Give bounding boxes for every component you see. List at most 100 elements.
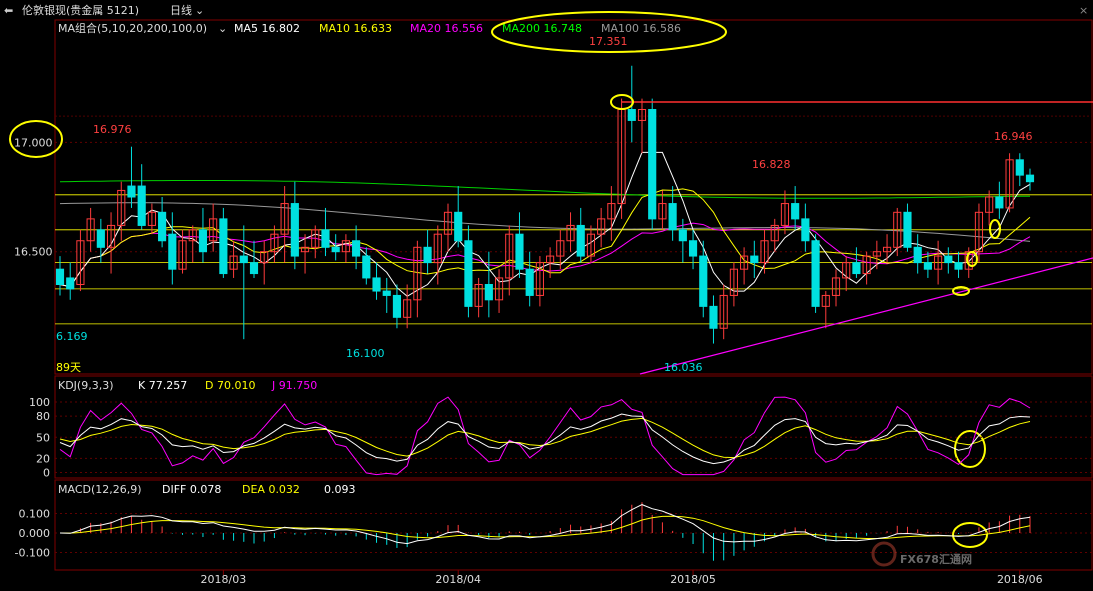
price-tick-label: 16.500 (14, 246, 53, 259)
kdj-d-line (59, 417, 1031, 459)
candle-body (678, 229, 687, 242)
candle-body (198, 229, 208, 253)
main-legend: MA组合(5,10,20,200,100,0) ⌄ MA5 16.802 MA1… (58, 21, 681, 35)
kdj-highlight (954, 430, 986, 468)
ma10-value: MA10 16.633 (319, 22, 392, 35)
macd-diff-line (59, 504, 1031, 545)
macd-diff-value: DIFF 0.078 (162, 483, 221, 496)
candle-body (576, 224, 585, 257)
candle-body (515, 233, 524, 270)
moving-average-lines (59, 151, 1031, 297)
candle-body (362, 255, 371, 279)
kdj-label[interactable]: KDJ(9,3,3) (58, 379, 114, 392)
date-tick-label: 2018/03 (201, 573, 247, 586)
low-label-1: 16.100 (346, 347, 385, 360)
kdj-lines (59, 396, 1031, 476)
days-label: 89天 (56, 361, 81, 374)
date-tick-label: 2018/05 (670, 573, 716, 586)
candle-body (903, 211, 912, 248)
close-icon[interactable]: × (1079, 4, 1088, 17)
kdj-tick-label: 80 (36, 410, 50, 423)
candle-body (923, 262, 932, 270)
candlesticks (55, 65, 1035, 344)
macd-tick-label: -0.100 (15, 546, 50, 559)
macd-axis: 0.100 0.000 -0.100 (15, 508, 50, 560)
watermark: FX678汇通网 (871, 541, 972, 567)
kdj-tick-label: 20 (36, 452, 50, 465)
price-labels: 17.351 16.976 16.828 16.946 16.100 16.03… (56, 35, 1033, 374)
left-low-label: 6.169 (56, 330, 88, 343)
macd-hist-value: 0.093 (324, 483, 356, 496)
ma200-value: MA200 16.748 (502, 22, 582, 35)
candle-body (668, 203, 677, 231)
period-selector[interactable]: 日线 (170, 3, 192, 17)
date-axis: 2018/03 2018/04 2018/05 2018/06 (201, 570, 1043, 586)
candle-body (688, 240, 698, 257)
stock-chart: ⬅ 伦敦银现(贵金属 5121) 日线 ⌄ × MA组合(5,10,20,200… (4, 3, 1093, 586)
kdj-legend: KDJ(9,3,3) K 77.257 D 70.010 J 91.750 (58, 379, 317, 392)
candle-body (168, 233, 177, 270)
candle-body (158, 211, 167, 242)
candle-body (137, 185, 146, 226)
candle-body (392, 294, 402, 318)
candle-body (127, 185, 136, 198)
back-arrow-icon[interactable]: ⬅ (4, 4, 13, 17)
candle-body (484, 284, 493, 301)
candle-body (423, 246, 432, 264)
macd-dea-value: DEA 0.032 (242, 483, 300, 496)
candle-body (913, 246, 922, 264)
ma-combo-label[interactable]: MA组合(5,10,20,200,100,0) (58, 21, 207, 35)
candle-body (321, 229, 330, 248)
candle-body (791, 203, 800, 220)
macd-tick-label: 0.100 (19, 508, 51, 521)
candle-body (454, 211, 463, 242)
ma100-value: MA100 16.586 (601, 22, 681, 35)
low-label-2: 16.036 (664, 361, 703, 374)
candle-body (331, 246, 340, 253)
candle-body (464, 240, 473, 307)
kdj-j-value: J 91.750 (271, 379, 317, 392)
macd-tick-label: 0.000 (19, 527, 51, 540)
candle-body (811, 240, 820, 307)
candle-body (372, 277, 381, 292)
candle-body (648, 109, 657, 220)
ma200-line (59, 180, 1031, 199)
candle-body (1025, 174, 1035, 183)
macd-label[interactable]: MACD(12,26,9) (58, 483, 142, 496)
candle-body (55, 268, 65, 285)
candle-body (852, 262, 861, 275)
kdj-tick-label: 50 (36, 431, 50, 444)
candle-body (249, 262, 259, 275)
candle-body (699, 255, 708, 307)
candle-body (525, 268, 534, 296)
high-label-2: 16.828 (752, 158, 791, 171)
chevron-down-icon[interactable]: ⌄ (195, 4, 204, 17)
ma5-line (59, 151, 1031, 297)
chevron-down-icon[interactable]: ⌄ (218, 22, 227, 35)
candle-body (627, 109, 636, 121)
candle-body (954, 262, 963, 270)
cross-highlight-3 (952, 286, 970, 296)
symbol-title[interactable]: 伦敦银现(贵金属 5121) (22, 3, 139, 17)
macd-histogram (69, 502, 1031, 561)
macd-gridlines (55, 513, 1092, 553)
candle-body (382, 290, 391, 296)
watermark-text: FX678汇通网 (900, 553, 972, 566)
candle-body (239, 255, 248, 264)
candle-body (709, 305, 718, 329)
candle-body (750, 255, 759, 264)
candle-body (944, 255, 953, 264)
candle-body (219, 218, 228, 275)
high-label-3: 16.946 (994, 130, 1033, 143)
price-gridlines (55, 115, 1092, 325)
ma5-value: MA5 16.802 (234, 22, 300, 35)
kdj-tick-label: 0 (43, 466, 50, 479)
high-label: 17.351 (589, 35, 628, 48)
kdj-k-value: K 77.257 (138, 379, 187, 392)
candle-body (352, 240, 361, 257)
watermark-logo-icon (871, 541, 897, 567)
candle-body (1015, 159, 1024, 176)
candle-body (96, 229, 105, 248)
chart-window: ⬅ 伦敦银现(贵金属 5121) 日线 ⌄ × MA组合(5,10,20,200… (0, 0, 1093, 591)
date-tick-label: 2018/06 (997, 573, 1043, 586)
